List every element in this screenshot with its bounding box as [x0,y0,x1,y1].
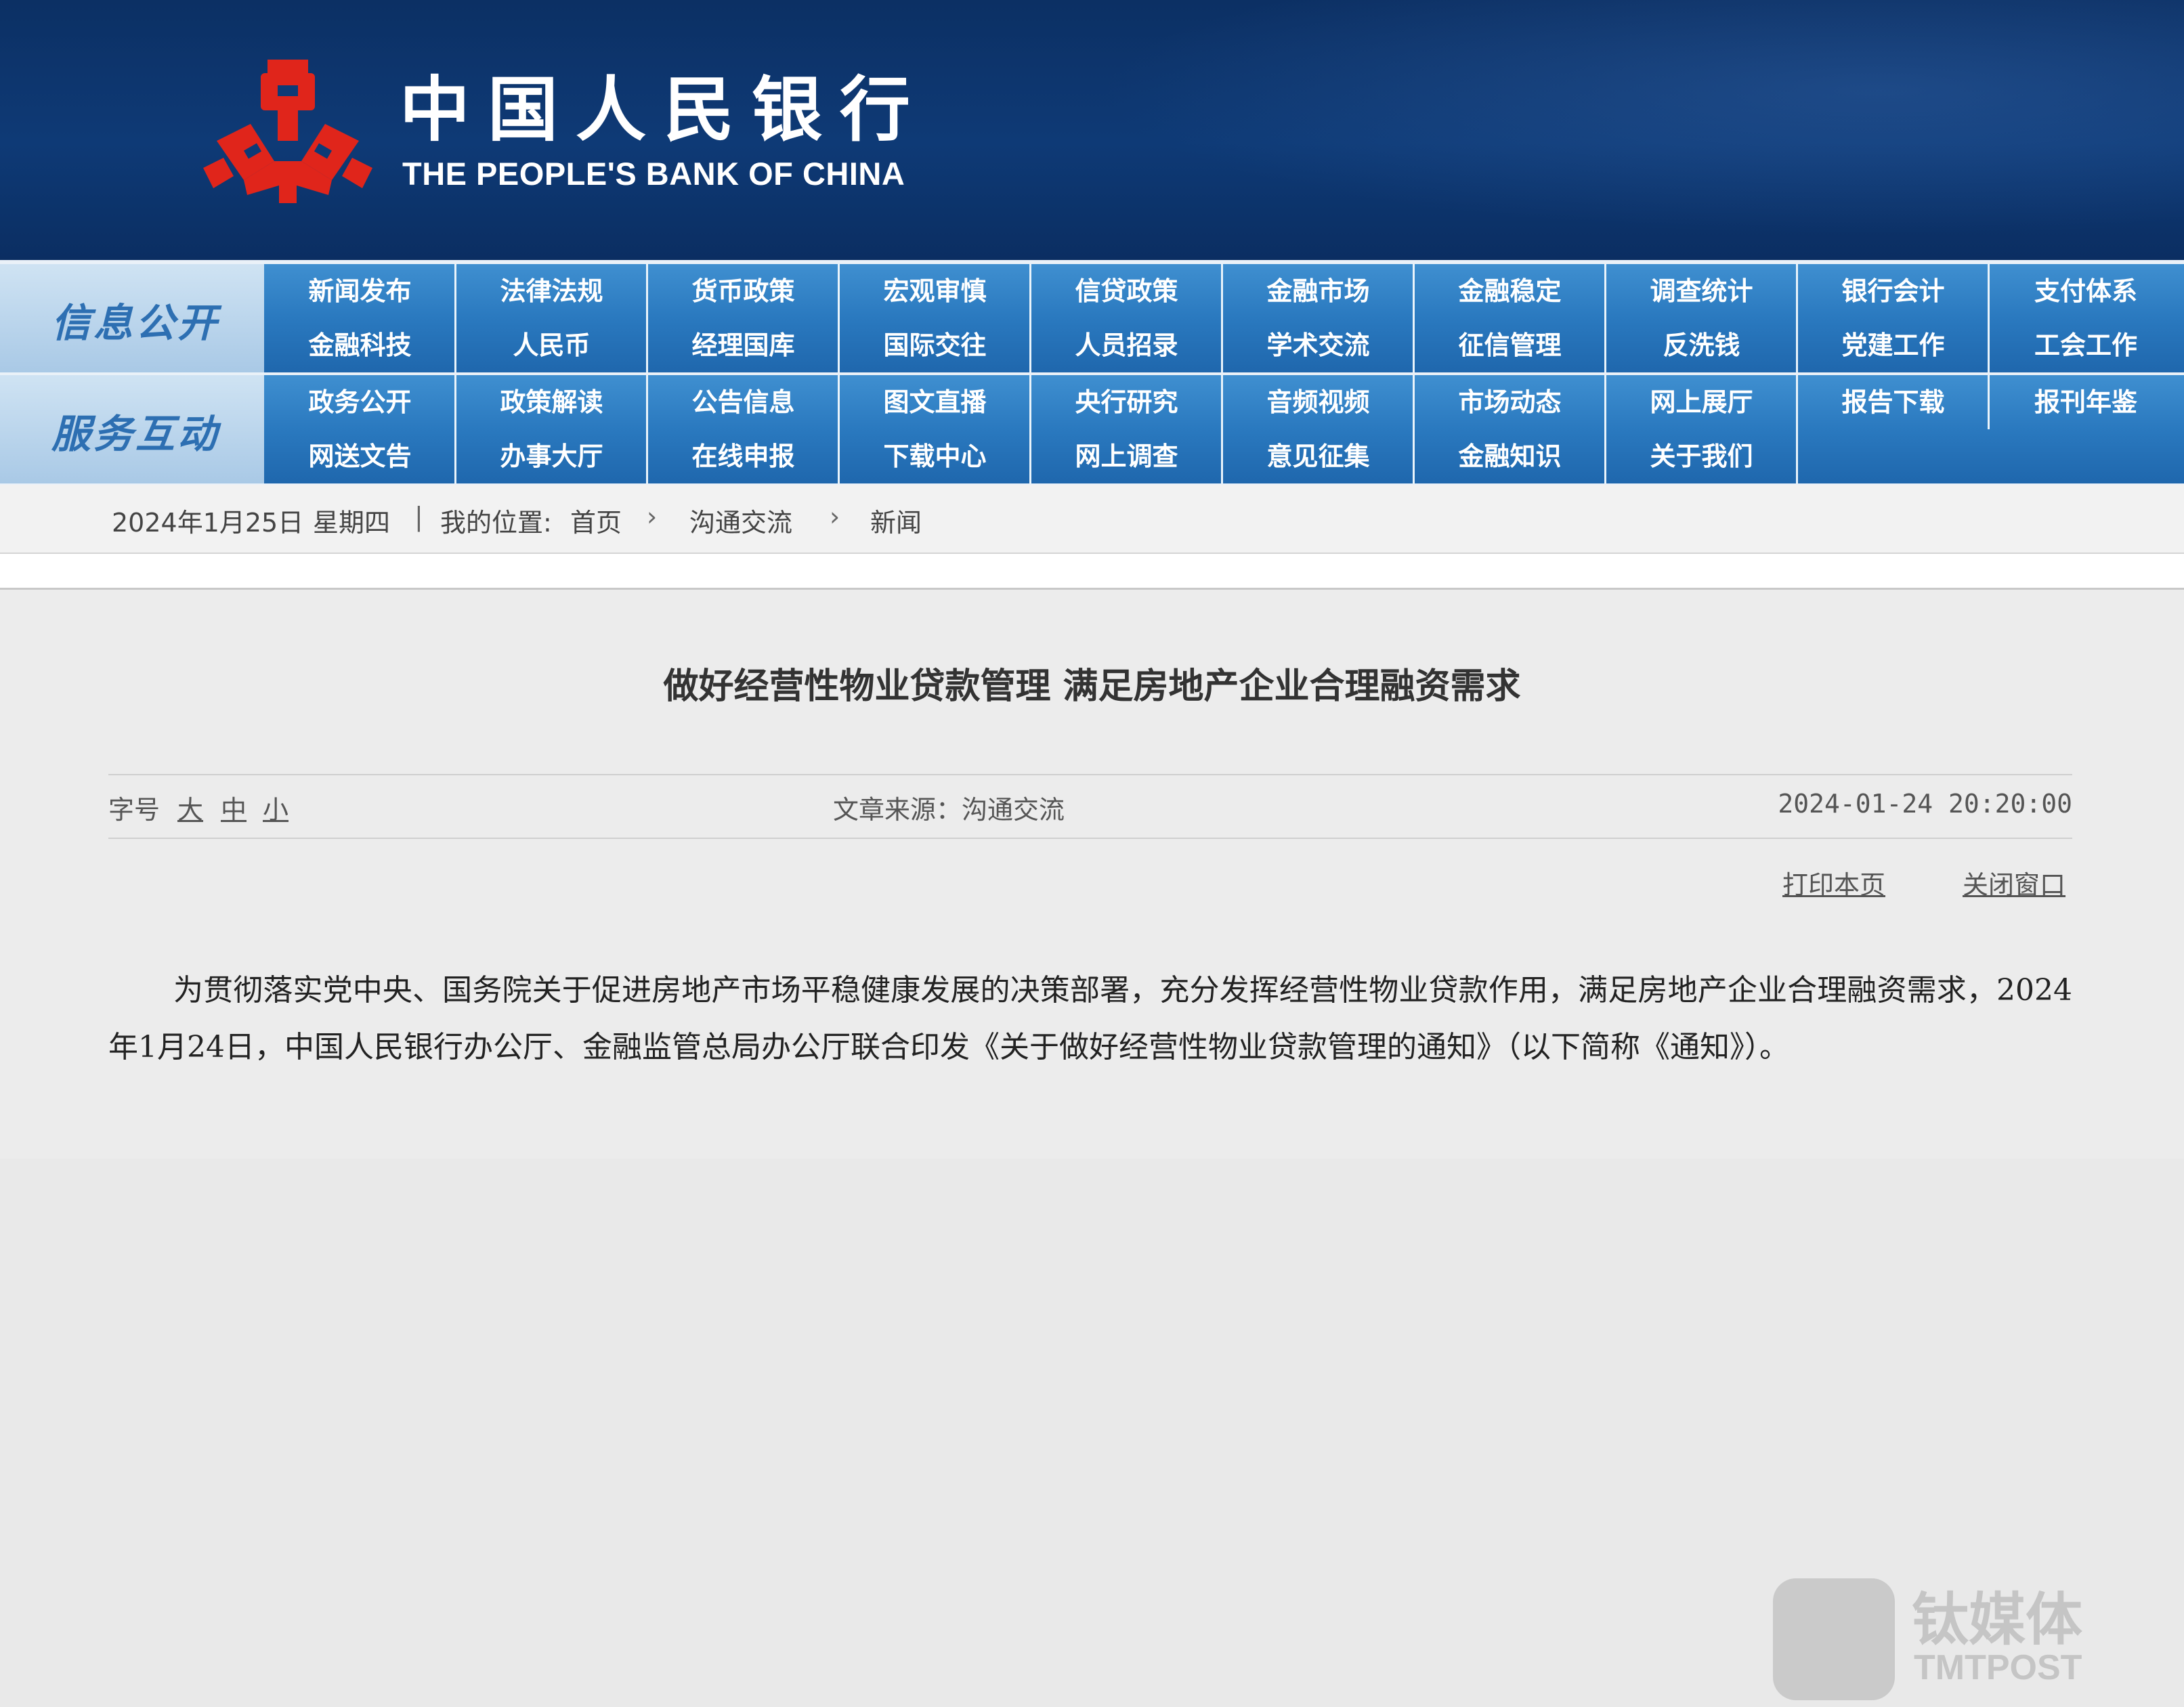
logo-chinese-name: 中国人民银行 [400,68,928,151]
nav-band-label: 服务互动 [0,375,264,483]
nav-item[interactable]: 法律法规 [457,264,648,318]
nav-item[interactable]: 报刊年鉴 [1990,375,2181,429]
nav-item[interactable]: 支付体系 [1990,264,2181,318]
article-title: 做好经营性物业贷款管理 满足房地产企业合理融资需求 [663,666,1521,707]
nav-item[interactable]: 国际交往 [840,318,1031,372]
nav-item[interactable]: 学术交流 [1224,318,1415,372]
band-label-text: 服务互动 [51,411,220,457]
logo-english-name: THE PEOPLE'S BANK OF CHINA [402,156,905,192]
nav-item[interactable]: 新闻发布 [265,264,456,318]
article-body: 为贯彻落实党中央、国务院关于促进房地产市场平稳健康发展的决策部署，充分发挥经营性… [108,973,2072,1064]
watermark-en: TMTPOST [1914,1648,2082,1687]
nav-item[interactable]: 图文直播 [840,375,1031,429]
font-size-label: 字号 [108,795,160,825]
nav-item[interactable]: 意见征集 [1224,429,1415,483]
article-panel: 做好经营性物业贷款管理 满足房地产企业合理融资需求 字号 大 中 小 文章来源：… [0,588,2184,1700]
tmtpost-logo-icon [1773,1578,1895,1700]
breadcrumb-page-link[interactable]: 新闻 [870,502,922,539]
nav-item[interactable]: 在线申报 [649,429,840,483]
nav-item[interactable]: 宏观审慎 [840,264,1031,318]
nav-item[interactable]: 党建工作 [1799,318,1990,372]
nav-item[interactable]: 金融科技 [265,318,456,372]
font-size-large-button[interactable]: 大 [177,789,203,826]
nav-item[interactable]: 网上展厅 [1607,375,1798,429]
nav-item[interactable]: 央行研究 [1032,375,1223,429]
watermark-cn: 钛媒体 [1912,1586,2083,1653]
nav-item[interactable]: 办事大厅 [457,429,648,483]
breadcrumb-section-link[interactable]: 沟通交流 [689,502,792,539]
breadcrumb-arrow-icon: › [647,502,658,532]
nav-item[interactable]: 征信管理 [1415,318,1606,372]
breadcrumb-home-link[interactable]: 首页 [570,502,622,539]
main-navigation: 信息公开 新闻发布 法律法规 货币政策 宏观审慎 信贷政策 金融市场 金融稳定 调查统计 银行会… [0,260,2184,485]
nav-item[interactable]: 关于我们 [1607,429,1798,483]
nav-item[interactable]: 网上调查 [1032,429,1223,483]
nav-item[interactable]: 下载中心 [840,429,1031,483]
breadcrumb-arrow-icon: › [830,502,840,532]
nav-item[interactable]: 报告下载 [1799,375,1990,429]
nav-item[interactable]: 人民币 [457,318,648,372]
nav-item[interactable]: 音频视频 [1224,375,1415,429]
nav-item[interactable]: 公告信息 [649,375,840,429]
current-weekday: 星期四 [313,508,391,538]
nav-band-label: 信息公开 [0,264,264,372]
nav-grid: 政务公开 政策解读 公告信息 图文直播 央行研究 音频视频 市场动态 网上展厅 报告下载 报刊年鉴… [265,375,2184,483]
nav-item[interactable]: 政务公开 [265,375,456,429]
divider [0,554,2184,588]
font-size-small-button[interactable]: 小 [263,789,288,826]
print-page-link[interactable]: 打印本页 [1782,864,1885,901]
article-meta-row: 字号 大 中 小 文章来源：沟通交流 2024-01-24 20:20:00 [108,774,2072,839]
nav-item[interactable]: 工会工作 [1990,318,2181,372]
current-date: 2024年1月25日 [112,508,304,538]
nav-item[interactable]: 金融市场 [1224,264,1415,318]
nav-item[interactable]: 调查统计 [1607,264,1798,318]
nav-item[interactable]: 货币政策 [649,264,840,318]
site-header: 中国人民银行 THE PEOPLE'S BANK OF CHINA [0,0,2184,260]
nav-item[interactable]: 银行会计 [1799,264,1990,318]
nav-item[interactable]: 反洗钱 [1607,318,1798,372]
tmtpost-watermark: 钛媒体 TMTPOST [1773,1572,2098,1707]
nav-band-service: 服务互动 政务公开 政策解读 公告信息 图文直播 央行研究 音频视频 市场动态 网上展厅 报告下… [0,375,2184,483]
nav-band-info: 信息公开 新闻发布 法律法规 货币政策 宏观审慎 信贷政策 金融市场 金融稳定 调查统计 银行会… [0,264,2184,372]
nav-item[interactable]: 人员招录 [1032,318,1223,372]
band-label-text: 信息公开 [51,300,220,346]
nav-item[interactable]: 网送文告 [265,429,456,483]
pboc-emblem-icon [203,60,372,203]
article-datetime: 2024-01-24 20:20:00 [1778,789,2072,819]
font-size-medium-button[interactable]: 中 [221,789,247,826]
article-source: 文章来源：沟通交流 [833,795,1065,825]
nav-grid: 新闻发布 法律法规 货币政策 宏观审慎 信贷政策 金融市场 金融稳定 调查统计 银行会计 支付体系… [265,264,2184,372]
location-label: 我的位置: [440,508,552,538]
nav-item[interactable]: 市场动态 [1415,375,1606,429]
nav-item[interactable]: 金融知识 [1415,429,1606,483]
close-window-link[interactable]: 关闭窗口 [1963,864,2065,901]
nav-item[interactable]: 信贷政策 [1032,264,1223,318]
breadcrumb: 2024年1月25日 星期四 | 我的位置: 首页 › 沟通交流 › 新闻 [0,485,2184,554]
nav-item[interactable]: 政策解读 [457,375,648,429]
breadcrumb-divider: | [414,502,423,532]
nav-item[interactable]: 金融稳定 [1415,264,1606,318]
nav-item[interactable]: 经理国库 [649,318,840,372]
